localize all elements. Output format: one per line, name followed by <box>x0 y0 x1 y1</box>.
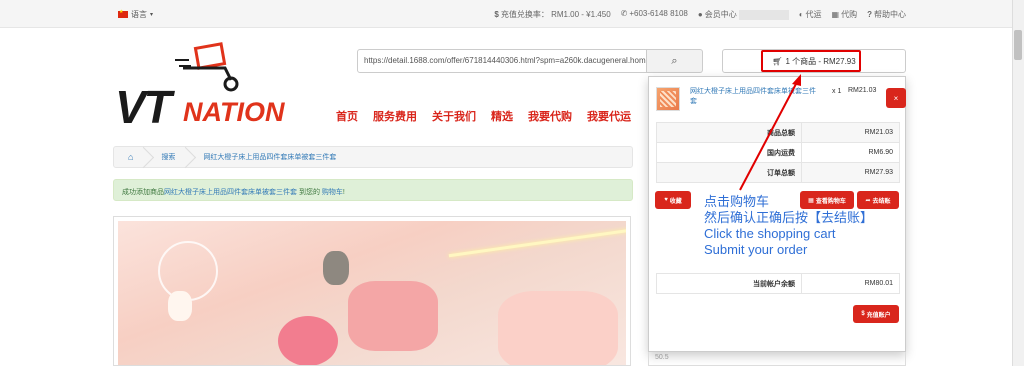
table-row: 国内运费 RM6.90 <box>656 142 900 163</box>
balance-label: 当前帐户余额 <box>656 273 802 294</box>
nav-item-shipping-agent[interactable]: 我要代运 <box>587 108 631 124</box>
heart-icon: ♥ <box>664 197 668 203</box>
cart-highlight-box <box>761 50 861 72</box>
photo-vase <box>168 291 192 321</box>
annotation-line-4: Submit your order <box>704 242 808 257</box>
shipping-value: RM6.90 <box>801 142 900 163</box>
logo-cart-graphic <box>175 42 239 92</box>
cart-icon: ▦ <box>831 10 840 19</box>
scrollbar-thumb[interactable] <box>1014 30 1022 60</box>
agent-link[interactable]: ◐ 代运 <box>799 9 822 20</box>
collect-button[interactable]: ♥ 收藏 <box>655 191 691 209</box>
exchange-rate-label: 充值兑换率： <box>500 10 549 19</box>
phone: ✆ +603-6148 8108 <box>621 9 688 20</box>
proxy-purchase-link[interactable]: ▦ 代购 <box>832 9 858 20</box>
url-search-input[interactable]: https://detail.1688.com/offer/6718144403… <box>357 49 647 73</box>
shipping-label: 国内运费 <box>656 142 802 163</box>
exchange-rate: $ 充值兑换率： RM1.00 - ¥1.450 <box>494 9 610 20</box>
alert-suffix: ! <box>342 189 345 196</box>
order-total-value: RM27.93 <box>801 162 900 183</box>
main-nav: 首页 服务费用 关于我们 精选 我要代购 我要代运 <box>336 108 631 124</box>
logo-vt-text: VT <box>115 81 172 133</box>
help-center-link[interactable]: ? 帮助中心 <box>867 9 906 20</box>
page-scrollbar[interactable] <box>1012 0 1024 366</box>
nav-item-service-fees[interactable]: 服务费用 <box>373 108 417 124</box>
user-icon: ● <box>697 10 703 19</box>
instruction-annotation: 点击购物车 然后确认正确后按【去结账】 Click the shopping c… <box>704 194 873 258</box>
annotation-line-1: 点击购物车 <box>704 194 770 209</box>
phone-icon: ✆ <box>620 9 628 18</box>
logo-nation-text: NATION <box>183 97 285 127</box>
balance-value: RM80.01 <box>801 273 900 294</box>
blurred-username <box>738 9 789 20</box>
alert-prefix: 成功添加商品 <box>122 189 164 196</box>
success-alert: 成功添加商品网红大橙子床上用品四件套床单被套三件套 到您的 购物车! <box>113 179 633 201</box>
dollar-icon: $ <box>494 10 499 19</box>
below-row-value: 50.5 <box>655 354 669 361</box>
home-icon: ⌂ <box>128 152 134 162</box>
table-row: 当前帐户余额 RM80.01 <box>656 273 900 294</box>
thumbnail-pattern <box>660 91 676 107</box>
photo-led-strip <box>448 227 626 258</box>
photo-lamp <box>158 241 218 301</box>
topup-button[interactable]: $ 充值账户 <box>853 305 899 323</box>
subtotal-label: 商品总额 <box>656 122 802 143</box>
site-logo[interactable]: VT NATION <box>115 42 290 133</box>
breadcrumb: ⌂ 搜索 网红大橙子床上用品四件套床单被套三件套 <box>113 146 633 168</box>
product-image[interactable] <box>113 216 631 366</box>
globe-icon: ◐ <box>798 10 804 19</box>
balance-table: 当前帐户余额 RM80.01 <box>656 273 900 294</box>
table-row: 订单总额 RM27.93 <box>656 162 900 183</box>
topup-button-label: 充值账户 <box>866 312 891 319</box>
agent-label: 代运 <box>805 10 822 19</box>
cart-item-name[interactable]: 网红大橙子床上用品四件套床单被套三件套 <box>690 87 818 107</box>
nav-item-home[interactable]: 首页 <box>336 108 358 124</box>
remove-item-button[interactable]: × <box>886 88 906 108</box>
exchange-rate-value: RM1.00 - ¥1.450 <box>551 10 611 19</box>
member-center-label: 会员中心 <box>704 10 737 19</box>
search-button[interactable]: ⌕ <box>647 49 703 73</box>
question-icon: ? <box>867 10 872 19</box>
table-row: 商品总额 RM21.03 <box>656 122 900 143</box>
annotation-line-3: Click the shopping cart <box>704 226 836 241</box>
annotation-line-2: 然后确认正确后按【去结账】 <box>704 210 874 225</box>
china-flag-icon <box>118 9 128 18</box>
breadcrumb-search[interactable]: 搜索 <box>147 147 189 167</box>
photo-flower-pillow <box>278 316 338 365</box>
top-bar: 语言 ▾ $充值兑换率： RM1.00 - ¥1.450 ✆+603-6148 … <box>0 0 1012 28</box>
cart-item-qty: x 1 <box>832 88 842 95</box>
below-dropdown-row: 50.5 <box>648 352 906 366</box>
proxy-purchase-label: 代购 <box>841 10 858 19</box>
subtotal-value: RM21.03 <box>801 122 900 143</box>
cart-totals-table: 商品总额 RM21.03 国内运费 RM6.90 订单总额 RM27.93 <box>656 122 900 183</box>
photo-pillow <box>348 281 438 351</box>
search-icon: ⌕ <box>671 54 678 67</box>
language-label: 语言 <box>131 10 147 19</box>
collect-button-label: 收藏 <box>669 198 682 205</box>
checkout-button-label: 去结账 <box>872 198 891 205</box>
member-center-link[interactable]: ● 会员中心 <box>698 9 789 20</box>
cart-item-row: 网红大橙子床上用品四件套床单被套三件套 x 1 RM21.03 × <box>656 85 906 113</box>
breadcrumb-home[interactable]: ⌂ <box>114 147 147 167</box>
caret-down-icon: ▾ <box>150 12 154 18</box>
nav-item-about-us[interactable]: 关于我们 <box>432 108 476 124</box>
cart-item-price: RM21.03 <box>848 87 877 94</box>
alert-middle: 到您的 <box>297 189 322 196</box>
alert-cart-link[interactable]: 购物车 <box>322 189 343 196</box>
top-links: $ 充值兑换率： RM1.00 - ¥1.450 ✆ +603-6148 8108 … <box>494 9 906 20</box>
alert-product-link[interactable]: 网红大橙子床上用品四件套床单被套三件套 <box>164 189 297 196</box>
dollar-icon: $ <box>861 311 865 317</box>
close-icon: × <box>893 93 899 103</box>
cart-item-thumbnail[interactable] <box>656 87 680 111</box>
product-photo <box>118 221 626 365</box>
photo-bear <box>323 251 349 285</box>
photo-pillow-right <box>498 291 618 365</box>
nav-item-featured[interactable]: 精选 <box>491 108 513 124</box>
nav-item-proxy-purchase[interactable]: 我要代购 <box>528 108 572 124</box>
breadcrumb-current[interactable]: 网红大橙子床上用品四件套床单被套三件套 <box>189 147 350 167</box>
phone-number: +603-6148 8108 <box>629 9 688 18</box>
order-total-label: 订单总额 <box>656 162 802 183</box>
help-center-label: 帮助中心 <box>874 10 906 19</box>
language-selector[interactable]: 语言 ▾ <box>118 9 153 20</box>
